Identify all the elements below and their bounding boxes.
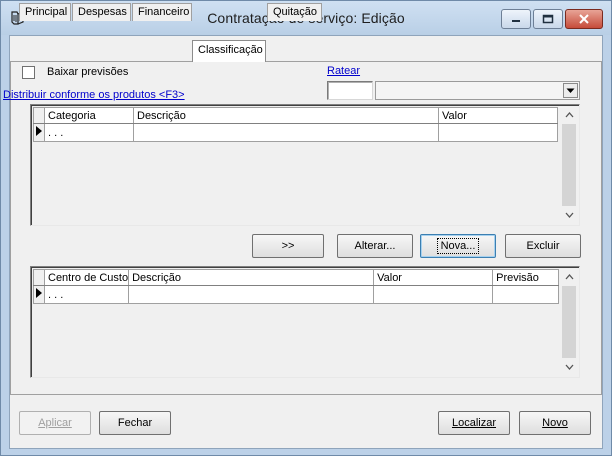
baixar-previsoes-label: Baixar previsões xyxy=(47,66,129,78)
transfer-button[interactable]: >> xyxy=(252,234,324,258)
tab-quitacao[interactable]: Quitação xyxy=(267,3,322,21)
close-icon xyxy=(579,14,589,24)
row-pointer-icon xyxy=(33,285,45,304)
alterar-button-label: Alterar... xyxy=(354,240,396,252)
baixar-previsoes-checkbox[interactable] xyxy=(22,66,35,79)
alterar-button[interactable]: Alterar... xyxy=(337,234,413,258)
tab-financeiro[interactable]: Financeiro xyxy=(132,3,192,21)
categoria-table: Categoria Descrição Valor . . . xyxy=(33,107,558,142)
col-descricao[interactable]: Descrição xyxy=(133,107,439,124)
localizar-button[interactable]: Localizar xyxy=(438,411,510,435)
table-row[interactable]: . . . xyxy=(33,285,560,304)
excluir-button-label: Excluir xyxy=(526,240,560,252)
novo-button-label: Novo xyxy=(542,417,568,429)
novo-button[interactable]: Novo xyxy=(519,411,591,435)
col-descricao[interactable]: Descrição xyxy=(128,269,375,286)
cell-categoria[interactable]: . . . xyxy=(44,123,134,142)
excluir-button[interactable]: Excluir xyxy=(505,234,581,258)
minimize-icon xyxy=(512,20,520,22)
scroll-down-icon[interactable] xyxy=(561,207,577,223)
col-previsao[interactable]: Previsão xyxy=(492,269,560,286)
cell-descricao[interactable] xyxy=(128,285,375,304)
ratear-combo[interactable] xyxy=(375,81,580,100)
row-indicator-header xyxy=(33,269,45,286)
transfer-button-label: >> xyxy=(281,240,295,252)
cell-centro-de-custo[interactable]: . . . xyxy=(43,285,130,304)
close-button[interactable] xyxy=(565,9,603,29)
scroll-down-icon[interactable] xyxy=(561,359,577,375)
scroll-thumb[interactable] xyxy=(562,124,576,206)
combo-dropdown-button[interactable] xyxy=(563,83,578,98)
ratear-link[interactable]: Ratear xyxy=(327,65,360,77)
maximize-icon xyxy=(542,14,554,24)
row-pointer-icon xyxy=(33,123,45,142)
categoria-grid[interactable]: Categoria Descrição Valor . . . xyxy=(30,104,580,226)
table-header-row: Centro de Custo Descrição Valor Previsão xyxy=(33,269,560,286)
centro-custo-table: Centro de Custo Descrição Valor Previsão… xyxy=(33,269,560,304)
categoria-grid-scrollbar[interactable] xyxy=(561,107,577,223)
table-row[interactable]: . . . xyxy=(33,123,558,142)
cell-descricao[interactable] xyxy=(133,123,439,142)
minimize-button[interactable] xyxy=(501,9,531,29)
fechar-button-label: Fechar xyxy=(117,417,153,429)
scroll-up-icon[interactable] xyxy=(561,269,577,285)
centro-custo-grid[interactable]: Centro de Custo Descrição Valor Previsão… xyxy=(30,266,580,378)
cell-valor[interactable] xyxy=(373,285,494,304)
nova-button[interactable]: Nova... xyxy=(420,234,496,258)
cell-valor[interactable] xyxy=(438,123,558,142)
aplicar-button[interactable]: Aplicar xyxy=(19,411,91,435)
row-indicator-header xyxy=(33,107,45,124)
col-valor[interactable]: Valor xyxy=(438,107,558,124)
localizar-button-label: Localizar xyxy=(451,417,497,429)
scroll-up-icon[interactable] xyxy=(561,107,577,123)
col-categoria[interactable]: Categoria xyxy=(44,107,134,124)
tab-despesas[interactable]: Despesas xyxy=(72,3,131,21)
scroll-thumb[interactable] xyxy=(562,286,576,358)
nova-button-label: Nova... xyxy=(436,238,480,254)
centro-custo-grid-scrollbar[interactable] xyxy=(561,269,577,375)
distribuir-produtos-link[interactable]: Distribuir conforme os produtos <F3> xyxy=(3,89,185,101)
tab-principal[interactable]: Principal xyxy=(19,3,71,21)
table-header-row: Categoria Descrição Valor xyxy=(33,107,558,124)
col-valor[interactable]: Valor xyxy=(373,269,494,286)
ratear-value-input[interactable] xyxy=(327,81,373,100)
col-centro-de-custo[interactable]: Centro de Custo xyxy=(43,269,130,286)
aplicar-button-label: Aplicar xyxy=(38,417,72,429)
fechar-button[interactable]: Fechar xyxy=(99,411,171,435)
tab-classificacao[interactable]: Classificação xyxy=(192,40,266,62)
cell-previsao[interactable] xyxy=(492,285,560,304)
maximize-button[interactable] xyxy=(533,9,563,29)
chevron-down-icon xyxy=(566,88,575,93)
